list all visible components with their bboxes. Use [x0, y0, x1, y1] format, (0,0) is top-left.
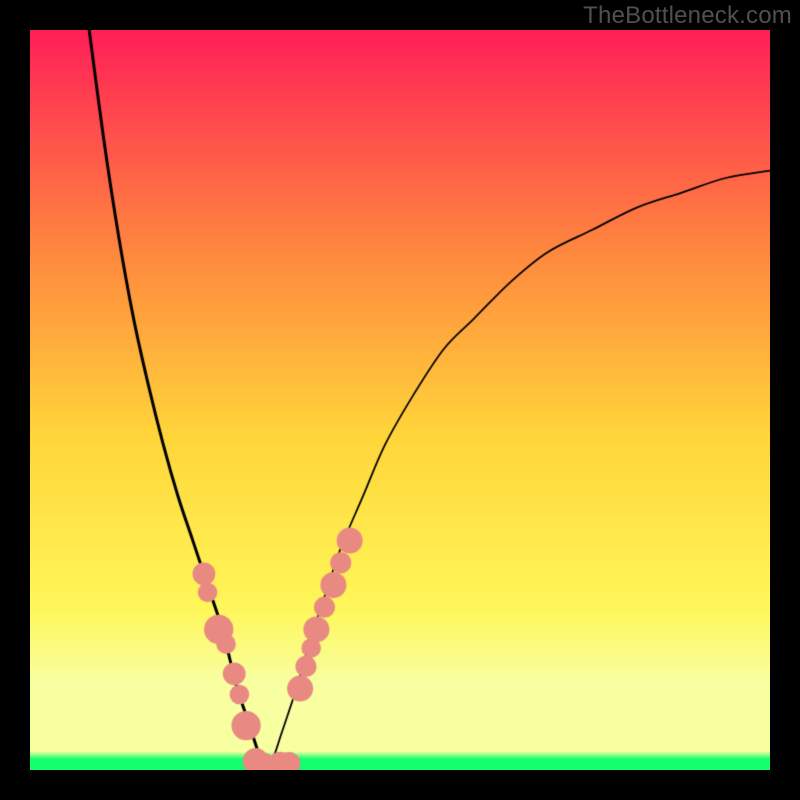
- watermark-text: TheBottleneck.com: [583, 2, 792, 30]
- chart-container: TheBottleneck.com: [0, 0, 800, 800]
- chart-foreground: [30, 30, 770, 770]
- plot-area: [30, 30, 770, 770]
